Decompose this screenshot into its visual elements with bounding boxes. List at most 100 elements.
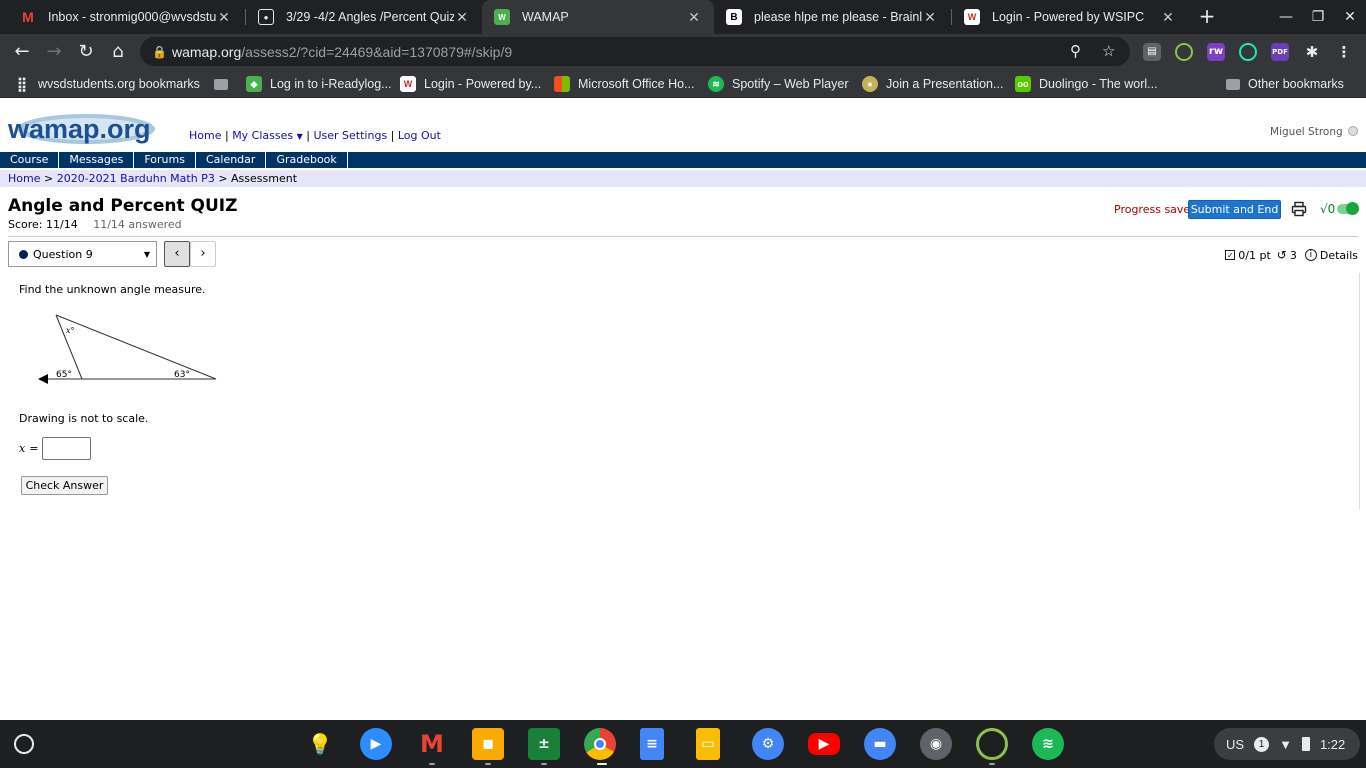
bookmark-duolingo[interactable]: oo Duolingo - The worl...	[1015, 75, 1158, 93]
tab-title: 3/29 -4/2 Angles /Percent Quiz	[286, 10, 454, 24]
tab-title: Inbox - stronmig000@wvsdstud	[48, 10, 216, 24]
menu-calendar[interactable]: Calendar	[196, 152, 267, 168]
question-status-dot-icon	[19, 249, 28, 259]
camera-app-icon[interactable]: ◉	[920, 728, 952, 760]
minimize-icon[interactable]: —	[1275, 6, 1297, 28]
home-icon[interactable]: ⌂	[106, 40, 130, 64]
question-prompt: Find the unknown angle measure.	[19, 283, 206, 296]
check-answer-button[interactable]: Check Answer	[21, 476, 108, 495]
nav-home-link[interactable]: Home	[189, 129, 221, 142]
caret-down-icon: ▼	[296, 132, 303, 141]
back-icon[interactable]: ←	[10, 40, 34, 64]
nav-my-classes-link[interactable]: My Classes ▼	[232, 129, 303, 142]
bookmark-folder[interactable]	[214, 75, 236, 93]
details-link[interactable]: Details	[1320, 249, 1358, 262]
more-menu-icon[interactable]: ⋮	[1335, 43, 1353, 61]
new-tab-button[interactable]: +	[1196, 5, 1218, 27]
caret-down-icon: ▼	[143, 250, 150, 259]
restore-icon[interactable]: ❐	[1307, 6, 1329, 28]
previous-question-button[interactable]: ‹	[164, 241, 190, 267]
reload-icon[interactable]: ↻	[74, 40, 98, 64]
pdf-extension-icon[interactable]: PDF	[1271, 43, 1289, 61]
user-avatar-icon[interactable]	[1348, 126, 1358, 136]
bookmark-wsipc[interactable]: W Login - Powered by...	[400, 75, 541, 93]
keep-icon[interactable]: 💡	[304, 728, 336, 760]
submit-and-end-button[interactable]: Submit and End	[1188, 200, 1281, 219]
extension-icon[interactable]	[1239, 43, 1257, 61]
close-icon[interactable]: ✕	[922, 9, 938, 26]
tab-wamap[interactable]: W WAMAP ✕	[482, 0, 714, 34]
extension-icon[interactable]	[1175, 43, 1193, 61]
info-icon[interactable]: i	[1304, 249, 1317, 261]
extension-icon[interactable]: ▤	[1143, 43, 1161, 61]
address-bar[interactable]: 🔒 wamap.org/assess2/?cid=24469&aid=13708…	[140, 37, 1130, 66]
wamap-icon: W	[494, 9, 510, 25]
retry-icon: ↺	[1276, 248, 1287, 262]
bookmark-label: Duolingo - The worl...	[1039, 77, 1158, 91]
zoom-app-icon[interactable]: ▶	[360, 728, 392, 760]
nav-log-out-link[interactable]: Log Out	[398, 129, 441, 142]
logo-text: wamap.org	[7, 114, 151, 144]
menu-course[interactable]: Course	[0, 152, 60, 168]
print-icon[interactable]	[1291, 201, 1307, 217]
close-icon[interactable]: ✕	[454, 9, 470, 26]
zoom-icon[interactable]: ⚲	[1070, 42, 1081, 60]
answer-input[interactable]	[42, 437, 92, 460]
forward-icon[interactable]: →	[42, 40, 66, 64]
close-icon[interactable]: ✕	[686, 9, 702, 26]
menu-forums[interactable]: Forums	[134, 152, 196, 168]
bookmark-other[interactable]: Other bookmarks	[1226, 75, 1344, 93]
bookmark-label: Log in to i-Readylog...	[270, 77, 392, 91]
breadcrumb-course[interactable]: 2020-2021 Barduhn Math P3	[57, 172, 215, 185]
menu-messages[interactable]: Messages	[59, 152, 135, 168]
next-question-button[interactable]: ›	[190, 241, 216, 267]
bookmark-star-icon[interactable]: ☆	[1102, 42, 1115, 60]
url-host: wamap.org	[172, 43, 242, 60]
classroom-app-icon[interactable]: ◼	[472, 728, 504, 760]
bookmark-office[interactable]: Microsoft Office Ho...	[554, 75, 694, 93]
youtube-app-icon[interactable]: ▶	[808, 733, 840, 755]
close-icon[interactable]: ✕	[216, 9, 232, 26]
bookmark-iready[interactable]: ◆ Log in to i-Readylog...	[246, 75, 392, 93]
slides-app-icon[interactable]: ▭	[696, 728, 720, 760]
score-line: Score: 11/14 11/14 answered	[8, 218, 182, 231]
spotify-app-icon[interactable]: ≋	[1032, 728, 1064, 760]
calculator-app-icon[interactable]: ±	[528, 728, 560, 760]
math-display-toggle[interactable]: √0	[1320, 202, 1360, 216]
chevron-left-icon: ‹	[174, 246, 180, 261]
chrome-app-icon[interactable]	[584, 728, 616, 760]
extension-icon[interactable]: rw	[1207, 43, 1225, 61]
bookmark-presentation[interactable]: ● Join a Presentation...	[862, 75, 1003, 93]
files-app-icon[interactable]: ▬	[864, 728, 896, 760]
wamap-logo[interactable]: wamap.org	[6, 110, 156, 148]
close-window-icon[interactable]: ✕	[1339, 6, 1361, 28]
bookmark-wvsd[interactable]: ⣿ wvsdstudents.org bookmarks	[14, 75, 200, 93]
status-tray[interactable]: US 1 ▼ 1:22	[1214, 728, 1360, 760]
docs-app-icon[interactable]: ≡	[640, 728, 664, 760]
timer-app-icon[interactable]	[976, 728, 1008, 760]
duolingo-icon: oo	[1015, 76, 1031, 92]
top-nav: Home | My Classes ▼ | User Settings | Lo…	[189, 129, 441, 142]
wsipc-icon: W	[400, 76, 416, 92]
question-select[interactable]: Question 9 ▼	[8, 241, 157, 267]
tab-brainly[interactable]: B please hlpe me please - Brainly ✕	[714, 0, 950, 34]
divider	[8, 236, 1358, 237]
gmail-app-icon[interactable]: M	[416, 728, 448, 760]
menu-gradebook[interactable]: Gradebook	[266, 152, 348, 168]
tab-wsipc-login[interactable]: W Login - Powered by WSIPC ✕	[952, 0, 1188, 34]
toggle-switch[interactable]	[1337, 202, 1360, 215]
bookmark-label: Login - Powered by...	[424, 77, 542, 91]
bookmark-spotify[interactable]: ≋ Spotify – Web Player	[708, 75, 849, 93]
close-icon[interactable]: ✕	[1160, 9, 1176, 26]
tab-gmail-inbox[interactable]: M Inbox - stronmig000@wvsdstud ✕	[8, 0, 244, 34]
score-text: Score: 11/14	[8, 218, 78, 231]
tab-classroom-quiz[interactable]: ● 3/29 -4/2 Angles /Percent Quiz ✕	[246, 0, 482, 34]
tab-title: WAMAP	[522, 10, 569, 24]
settings-gear-icon[interactable]: ⚙	[752, 728, 784, 760]
bookmark-label: wvsdstudents.org bookmarks	[38, 77, 200, 91]
breadcrumb-home[interactable]: Home	[8, 172, 40, 185]
launcher-icon[interactable]	[14, 734, 34, 754]
nav-user-settings-link[interactable]: User Settings	[313, 129, 387, 142]
puzzle-icon[interactable]: ✱	[1303, 43, 1321, 61]
battery-icon	[1301, 737, 1310, 751]
